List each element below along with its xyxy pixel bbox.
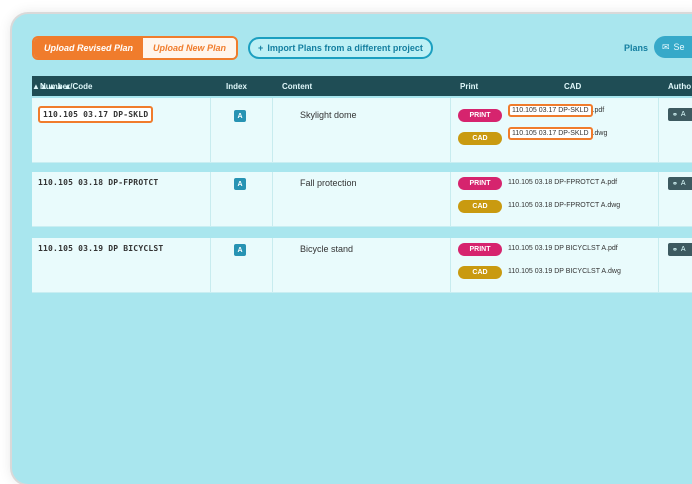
header-number[interactable]: Number/Code <box>40 76 92 96</box>
table-row[interactable]: 110.105 03.18 DP-FPROTCT A Fall protecti… <box>32 172 692 227</box>
table-row[interactable]: 110.105 03.17 DP-SKLD A Skylight dome PR… <box>32 98 692 163</box>
print-file-link[interactable]: 110.105 03.18 DP-FPROTCT A.pdf <box>508 179 617 186</box>
plan-content: Fall protection <box>300 178 357 188</box>
author-label: A <box>680 180 686 187</box>
cad-file-link[interactable]: 110.105 03.17 DP-SKLD .dwg <box>508 127 608 140</box>
index-badge: A <box>234 110 246 122</box>
plus-icon: + <box>258 43 264 53</box>
sort-icon[interactable]: ▲ <box>32 82 40 91</box>
header-index[interactable]: Index <box>226 76 247 96</box>
index-badge: A <box>234 178 246 190</box>
send-icon: ✉ <box>662 41 670 52</box>
author-button[interactable]: ⚭ A <box>668 177 692 190</box>
cad-file-link[interactable]: 110.105 03.19 DP BICYCLST A.dwg <box>508 268 621 275</box>
author-label: A <box>680 111 686 118</box>
header-author-label: Autho <box>668 81 692 91</box>
plan-code[interactable]: 110.105 03.18 DP-FPROTCT <box>38 178 158 187</box>
plans-panel: Upload Revised Plan Upload New Plan + Im… <box>12 14 692 484</box>
plan-content: Skylight dome <box>300 110 357 120</box>
header-print-label: Print <box>460 81 479 91</box>
link-icon: ⚭ <box>672 111 678 119</box>
header-author[interactable]: Autho <box>668 76 691 96</box>
upload-toggle: Upload Revised Plan Upload New Plan <box>32 36 239 60</box>
cad-badge[interactable]: CAD <box>458 200 502 213</box>
index-badge: A <box>234 244 246 256</box>
cad-file-link[interactable]: 110.105 03.18 DP-FPROTCT A.dwg <box>508 202 620 209</box>
header-cad-label: CAD <box>564 81 582 91</box>
print-badge[interactable]: PRINT <box>458 243 502 256</box>
header-number-label: Number/Code <box>40 81 93 91</box>
upload-revised-plan-button[interactable]: Upload Revised Plan <box>34 38 144 58</box>
plan-code[interactable]: 110.105 03.17 DP-SKLD <box>38 106 154 123</box>
author-button[interactable]: ⚭ A <box>668 108 692 121</box>
print-file-link[interactable]: 110.105 03.17 DP-SKLD .pdf <box>508 104 605 117</box>
plans-send-label: Se <box>673 42 685 52</box>
plan-content: Bicycle stand <box>300 244 354 254</box>
plans-label: Plans <box>624 43 649 53</box>
header-index-label: Index <box>226 81 247 91</box>
author-label: A <box>680 246 686 253</box>
cad-badge[interactable]: CAD <box>458 266 502 279</box>
header-content-label: Content <box>282 81 313 91</box>
author-button[interactable]: ⚭ A <box>668 243 692 256</box>
file-suffix: .pdf <box>592 107 605 114</box>
highlighted-filename: 110.105 03.17 DP-SKLD <box>508 104 593 117</box>
import-plans-label: Import Plans from a different project <box>267 43 423 53</box>
file-suffix: .dwg <box>592 130 608 137</box>
print-badge[interactable]: PRINT <box>458 109 502 122</box>
table-header: Number/Code ▲ Index ▲ Content ▲ Print ▲ … <box>32 76 692 96</box>
link-icon: ⚭ <box>672 246 678 254</box>
import-plans-button[interactable]: + Import Plans from a different project <box>248 37 433 59</box>
upload-new-plan-button[interactable]: Upload New Plan <box>143 38 237 58</box>
plan-code[interactable]: 110.105 03.19 DP BICYCLST <box>38 244 163 253</box>
header-content[interactable]: Content <box>282 76 312 96</box>
header-print[interactable]: Print <box>460 76 478 96</box>
toolbar: Upload Revised Plan Upload New Plan + Im… <box>32 36 433 60</box>
print-badge[interactable]: PRINT <box>458 177 502 190</box>
header-cad[interactable]: CAD <box>564 76 581 96</box>
link-icon: ⚭ <box>672 180 678 188</box>
cad-badge[interactable]: CAD <box>458 132 502 145</box>
highlighted-filename: 110.105 03.17 DP-SKLD <box>508 127 593 140</box>
table-row[interactable]: 110.105 03.19 DP BICYCLST A Bicycle stan… <box>32 238 692 293</box>
print-file-link[interactable]: 110.105 03.19 DP BICYCLST A.pdf <box>508 245 618 252</box>
plans-send-button[interactable]: ✉ Se <box>654 36 692 58</box>
